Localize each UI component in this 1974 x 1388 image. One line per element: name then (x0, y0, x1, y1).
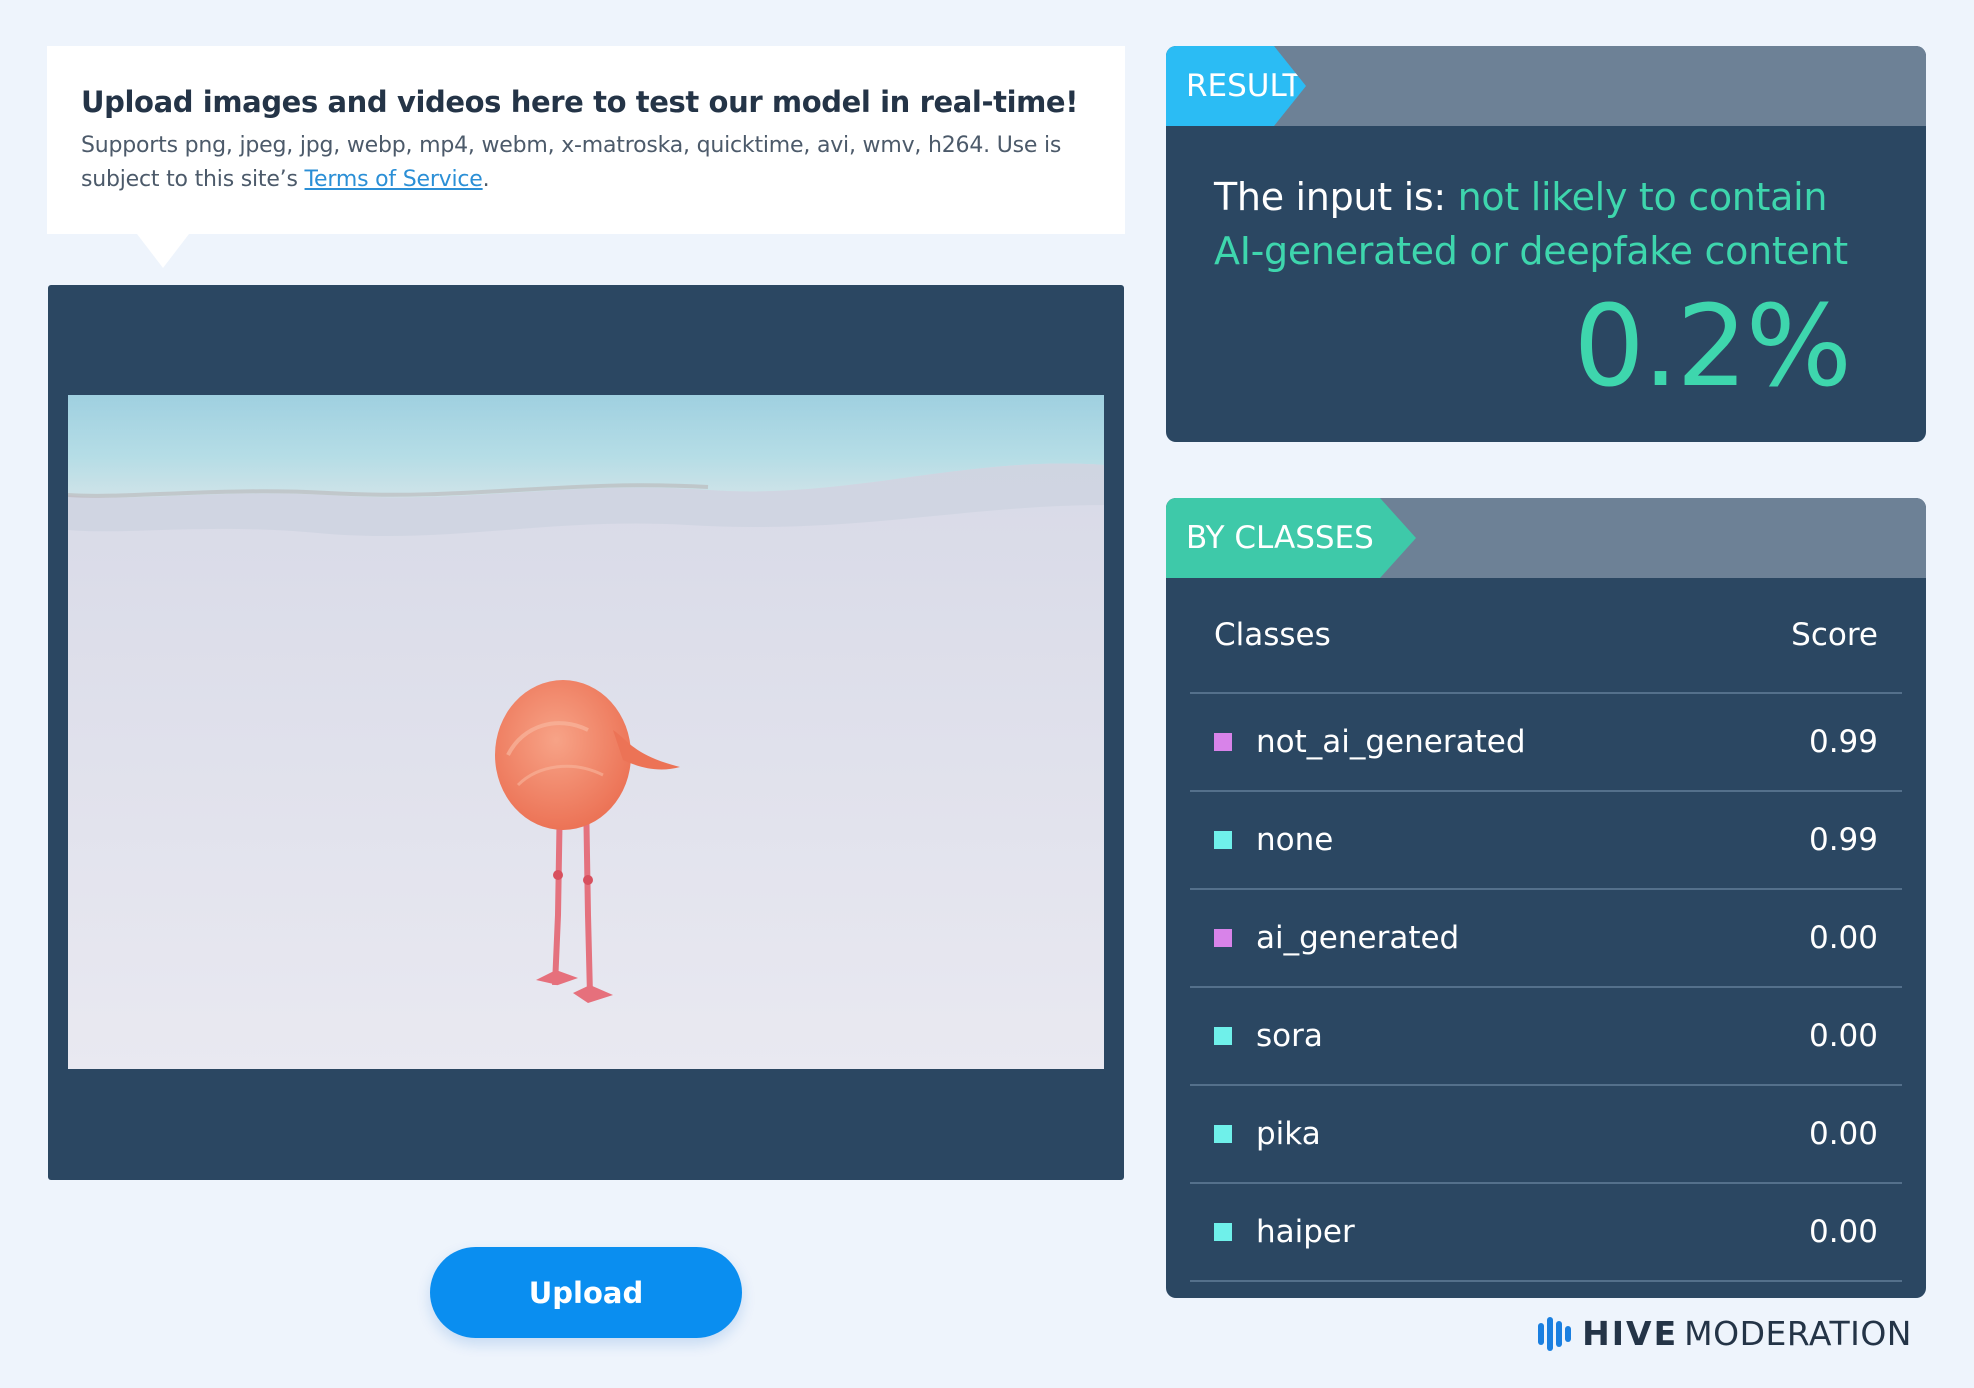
class-color-swatch (1214, 929, 1232, 947)
instructions-description: Supports png, jpeg, jpg, webp, mp4, webm… (81, 129, 1091, 197)
supported-formats-text: Supports png, jpeg, jpg, webp, mp4, webm… (81, 132, 1062, 192)
table-row: haiper 0.00 (1190, 1184, 1902, 1282)
result-card: RESULT The input is: not likely to conta… (1166, 46, 1926, 442)
hive-moderation-logo: HIVE MODERATION (1536, 1314, 1912, 1353)
class-name: pika (1256, 1116, 1321, 1152)
classes-table: Classes Score not_ai_generated 0.99 none… (1166, 578, 1926, 1282)
result-header: RESULT (1166, 46, 1926, 126)
class-score: 0.99 (1808, 822, 1878, 858)
table-row: not_ai_generated 0.99 (1190, 694, 1902, 792)
hive-bars-icon (1538, 1316, 1572, 1351)
table-row: ai_generated 0.00 (1190, 890, 1902, 988)
class-score: 0.99 (1808, 724, 1878, 760)
class-color-swatch (1214, 1125, 1232, 1143)
column-header-score: Score (1791, 617, 1878, 653)
class-name: none (1256, 822, 1334, 858)
result-prefix: The input is: (1214, 175, 1458, 219)
class-score: 0.00 (1808, 1116, 1878, 1152)
result-summary: The input is: not likely to contain AI-g… (1166, 126, 1926, 278)
classes-header: BY CLASSES (1166, 498, 1926, 578)
class-name: sora (1256, 1018, 1323, 1054)
class-color-swatch (1214, 733, 1232, 751)
table-header: Classes Score (1190, 578, 1902, 694)
upload-instructions-card: Upload images and videos here to test ou… (47, 46, 1125, 268)
brand-subtitle: MODERATION (1684, 1314, 1912, 1353)
table-row: pika 0.00 (1190, 1086, 1902, 1184)
description-period: . (482, 166, 490, 192)
terms-of-service-link[interactable]: Terms of Service (305, 167, 483, 192)
instructions-title: Upload images and videos here to test ou… (81, 85, 1079, 119)
uploaded-image-preview (68, 395, 1104, 1069)
column-header-classes: Classes (1214, 617, 1331, 653)
class-score: 0.00 (1808, 920, 1878, 956)
brand-name: HIVE (1582, 1314, 1679, 1353)
classes-tab-label: BY CLASSES (1166, 498, 1416, 578)
class-name: haiper (1256, 1214, 1355, 1250)
class-color-swatch (1214, 831, 1232, 849)
media-preview-panel (48, 285, 1124, 1180)
table-row: none 0.99 (1190, 792, 1902, 890)
class-name: ai_generated (1256, 920, 1460, 956)
classes-card: BY CLASSES Classes Score not_ai_generate… (1166, 498, 1926, 1298)
class-color-swatch (1214, 1223, 1232, 1241)
flamingo-on-beach-image (68, 395, 1104, 1069)
result-score: 0.2% (1573, 282, 1852, 412)
class-color-swatch (1214, 1027, 1232, 1045)
upload-button[interactable]: Upload (430, 1247, 742, 1338)
table-row: sora 0.00 (1190, 988, 1902, 1086)
class-score: 0.00 (1808, 1018, 1878, 1054)
class-score: 0.00 (1808, 1214, 1878, 1250)
result-tab-label: RESULT (1166, 46, 1306, 126)
class-name: not_ai_generated (1256, 724, 1526, 760)
